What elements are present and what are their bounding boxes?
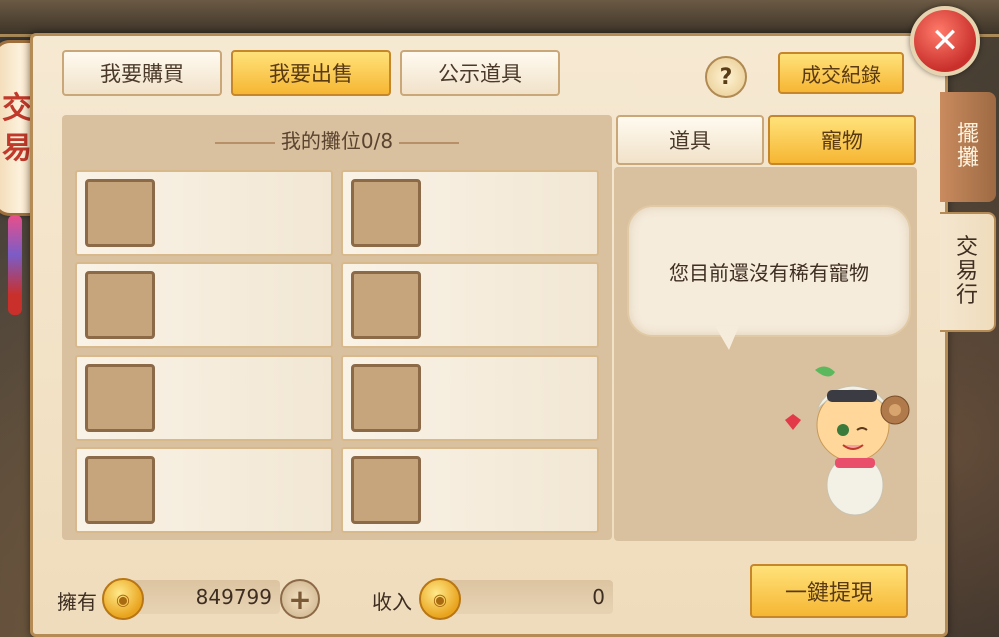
stall-slot-6[interactable] (341, 355, 599, 441)
own-amount: 849799 (130, 580, 280, 614)
slot-icon-well (85, 364, 155, 432)
gold-coin-icon: ◉ (419, 578, 461, 620)
tab-stall-char-2: 攤 (956, 146, 979, 171)
stall-slot-2[interactable] (341, 170, 599, 256)
empty-pet-message: 您目前還沒有稀有寵物 (669, 260, 869, 285)
add-gold-button[interactable]: + (280, 579, 320, 619)
slot-icon-well (85, 456, 155, 524)
slot-icon-well (351, 456, 421, 524)
tab-trade[interactable]: 交 易 行 (940, 212, 996, 332)
lantern-tassel (8, 215, 22, 315)
sheep-mascot (785, 366, 910, 516)
slot-icon-well (351, 179, 421, 247)
title-divider-right (399, 141, 460, 144)
trade-history-button[interactable]: 成交紀錄 (778, 52, 904, 94)
tab-trade-char-2: 易 (955, 259, 978, 284)
slot-icon-well (85, 179, 155, 247)
top-frame (0, 0, 999, 37)
own-label: 擁有 (57, 590, 97, 614)
heart-icon (785, 414, 801, 430)
income-label: 收入 (372, 590, 412, 614)
speech-bubble: 您目前還沒有稀有寵物 (627, 205, 911, 337)
stall-slot-5[interactable] (75, 355, 333, 441)
stall-slot-8[interactable] (341, 447, 599, 533)
tab-stall[interactable]: 擺 攤 (940, 92, 996, 202)
withdraw-all-button[interactable]: 一鍵提現 (750, 564, 908, 618)
own-value: 849799 (195, 585, 272, 609)
tab-pets[interactable]: 寵物 (768, 115, 916, 165)
tab-items[interactable]: 道具 (616, 115, 764, 165)
help-icon[interactable]: ? (705, 56, 747, 98)
stall-slot-1[interactable] (75, 170, 333, 256)
tab-trade-char-3: 行 (955, 283, 978, 308)
tab-stall-char-1: 擺 (956, 122, 979, 147)
stall-slot-4[interactable] (341, 262, 599, 348)
close-icon[interactable]: ✕ (910, 6, 980, 76)
income-amount: 0 (445, 580, 613, 614)
stall-slot-7[interactable] (75, 447, 333, 533)
title-divider-left (214, 141, 275, 144)
stall-title: 我的攤位0/8 (280, 129, 394, 153)
gold-coin-icon: ◉ (102, 578, 144, 620)
income-value: 0 (592, 585, 605, 609)
speech-bubble-tail (715, 326, 739, 350)
stall-slot-3[interactable] (75, 262, 333, 348)
tab-trade-char-1: 交 (955, 235, 978, 260)
slot-icon-well (351, 271, 421, 339)
slot-icon-well (351, 364, 421, 432)
buy-button[interactable]: 我要購買 (62, 50, 222, 96)
sell-button[interactable]: 我要出售 (231, 50, 391, 96)
stall-title-wrap: 我的攤位0/8 (62, 125, 612, 154)
slot-icon-well (85, 271, 155, 339)
public-items-button[interactable]: 公示道具 (400, 50, 560, 96)
